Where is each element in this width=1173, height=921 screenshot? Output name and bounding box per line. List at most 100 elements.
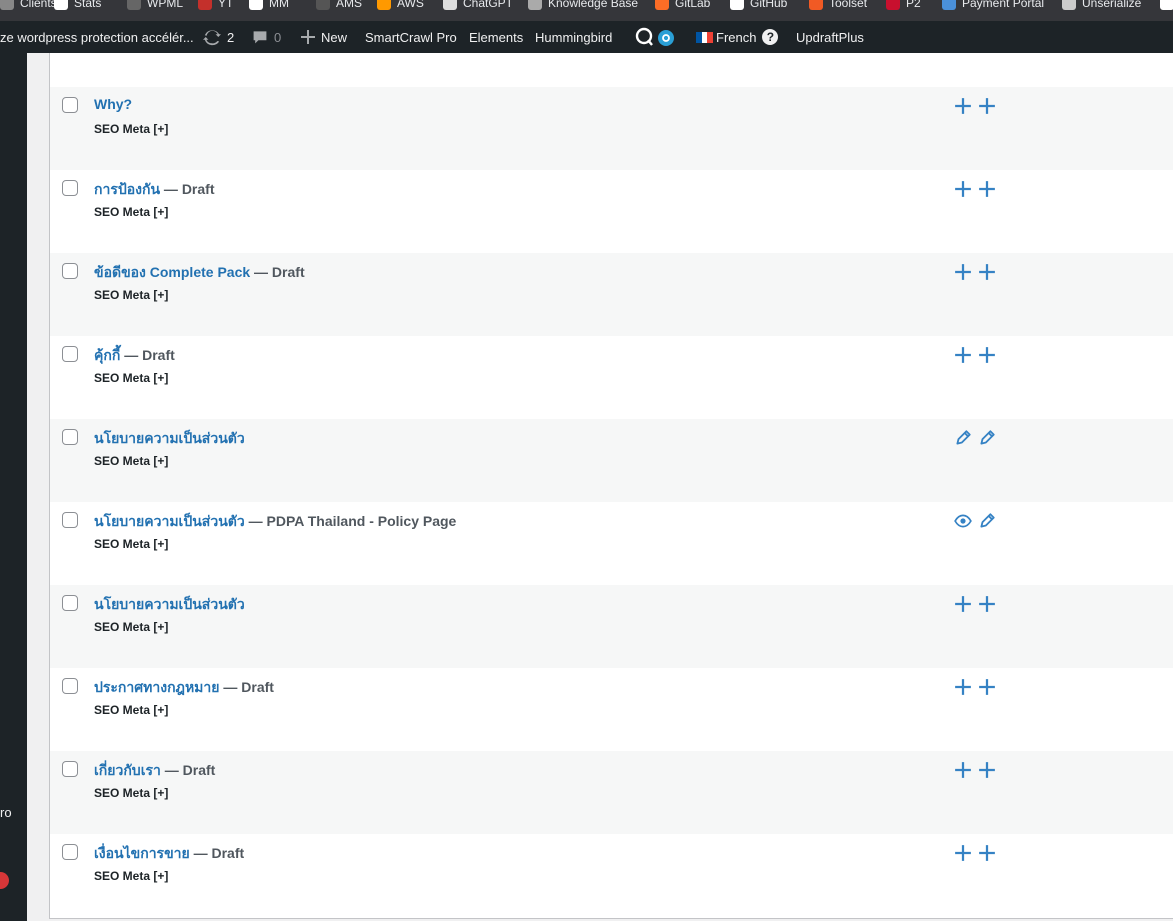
seo-meta-toggle[interactable]: SEO Meta [+]: [94, 454, 168, 468]
bookmarks-bar: Clients Stats WPML YT MM AMS AWS ChatGPT Knowled…: [0, 0, 1173, 21]
plus-icon[interactable]: [978, 761, 996, 779]
row-checkbox[interactable]: [62, 97, 78, 113]
plus-icon[interactable]: [978, 844, 996, 862]
bookmark-3[interactable]: YT: [198, 0, 233, 13]
bookmark-7[interactable]: ChatGPT: [443, 0, 513, 13]
bookmark-8[interactable]: Knowledge Base: [528, 0, 638, 13]
site-name-link[interactable]: ze wordpress protection accélér...: [0, 21, 194, 53]
row-title-link[interactable]: นโยบายความเป็นส่วนตัว: [94, 513, 245, 529]
content-gutter: [27, 53, 49, 921]
mm-icon: [249, 0, 263, 10]
row-title-link[interactable]: ข้อดีของ Complete Pack: [94, 264, 250, 280]
seo-meta-toggle[interactable]: SEO Meta [+]: [94, 205, 168, 219]
bookmark-11[interactable]: Toolset: [809, 0, 867, 13]
bookmark-label: Payment Portal: [962, 0, 1045, 10]
plus-icon: [301, 30, 315, 44]
bookmark-13[interactable]: Payment Portal: [942, 0, 1044, 13]
bookmark-14[interactable]: Unserialize: [1062, 0, 1141, 13]
row-checkbox[interactable]: [62, 346, 78, 362]
eye-icon[interactable]: [954, 512, 972, 530]
plus-icon[interactable]: [978, 97, 996, 115]
plus-icon[interactable]: [978, 263, 996, 281]
bookmark-9[interactable]: GitLab: [655, 0, 710, 13]
row-checkbox[interactable]: [62, 761, 78, 777]
hummingbird-menu[interactable]: Hummingbird: [535, 21, 612, 53]
bookmark-1[interactable]: Stats: [54, 0, 101, 13]
row-checkbox[interactable]: [62, 429, 78, 445]
comments-button[interactable]: 0: [252, 21, 281, 53]
pencil-icon[interactable]: [954, 429, 972, 447]
updates-icon: [203, 30, 221, 46]
plus-icon[interactable]: [954, 678, 972, 696]
row-title-link[interactable]: ประกาศทางกฎหมาย: [94, 679, 219, 695]
updraftplus-menu[interactable]: UpdraftPlus: [796, 21, 864, 53]
row-checkbox[interactable]: [62, 180, 78, 196]
bookmark-label: GitLab: [675, 0, 711, 10]
bookmark-12[interactable]: P2: [886, 0, 921, 13]
bookmark-0[interactable]: Clients: [0, 0, 57, 13]
seo-meta-toggle[interactable]: SEO Meta [+]: [94, 869, 168, 883]
row-title: ข้อดีของ Complete Pack — Draft: [94, 262, 305, 284]
plus-icon[interactable]: [954, 263, 972, 281]
wpml-icon: [127, 0, 141, 10]
seo-meta-toggle[interactable]: SEO Meta [+]: [94, 537, 168, 551]
row-title: การป้องกัน — Draft: [94, 179, 215, 201]
plus-icon[interactable]: [954, 761, 972, 779]
translation-actions: [954, 97, 996, 115]
seo-meta-toggle[interactable]: SEO Meta [+]: [94, 122, 168, 136]
row-post-state: — Draft: [189, 845, 245, 861]
row-title-link[interactable]: การป้องกัน: [94, 181, 160, 197]
updates-button[interactable]: 2: [203, 21, 234, 53]
row-title-link[interactable]: นโยบายความเป็นส่วนตัว: [94, 596, 245, 612]
ams-icon: [316, 0, 330, 10]
pencil-icon[interactable]: [978, 512, 996, 530]
payment-icon: [942, 0, 956, 10]
seo-meta-toggle[interactable]: SEO Meta [+]: [94, 620, 168, 634]
plus-icon[interactable]: [978, 180, 996, 198]
plus-icon[interactable]: [954, 180, 972, 198]
language-switcher[interactable]: French ?: [696, 21, 779, 53]
admin-menu-fragment[interactable]: ro: [0, 805, 12, 820]
row-title-link[interactable]: นโยบายความเป็นส่วนตัว: [94, 430, 245, 446]
row-title: เกี่ยวกับเรา — Draft: [94, 760, 215, 782]
comment-icon: [253, 31, 267, 44]
bookmark-4[interactable]: MM: [249, 0, 289, 13]
bookmark-5[interactable]: AMS: [316, 0, 362, 13]
row-post-state: — PDPA Thailand - Policy Page: [244, 513, 457, 529]
pencil-icon[interactable]: [978, 429, 996, 447]
row-title: คุ้กกี้ — Draft: [94, 345, 175, 367]
bookmark-2[interactable]: WPML: [127, 0, 183, 13]
row-title-link[interactable]: คุ้กกี้: [94, 347, 120, 363]
plus-icon[interactable]: [954, 97, 972, 115]
row-title-link[interactable]: เกี่ยวกับเรา: [94, 762, 161, 778]
plus-icon[interactable]: [954, 844, 972, 862]
row-checkbox[interactable]: [62, 678, 78, 694]
smartcrawl-menu[interactable]: SmartCrawl Pro: [365, 21, 457, 53]
plus-icon[interactable]: [978, 595, 996, 613]
bookmark-15[interactable]: [1160, 0, 1173, 13]
seo-meta-toggle[interactable]: SEO Meta [+]: [94, 288, 168, 302]
row-checkbox[interactable]: [62, 263, 78, 279]
query-monitor-button[interactable]: [634, 21, 676, 53]
pages-list-table: Why? SEO Meta [+] การป้องกัน — Draft SEO Me…: [49, 53, 1173, 919]
row-title-link[interactable]: เงื่อนไขการขาย: [94, 845, 190, 861]
row-title-link[interactable]: Why?: [94, 96, 132, 112]
plus-icon[interactable]: [978, 678, 996, 696]
row-checkbox[interactable]: [62, 512, 78, 528]
bookmark-10[interactable]: GitHub: [730, 0, 787, 13]
row-checkbox[interactable]: [62, 595, 78, 611]
translation-actions: [954, 844, 996, 862]
new-content-button[interactable]: New: [301, 21, 347, 53]
seo-meta-toggle[interactable]: SEO Meta [+]: [94, 371, 168, 385]
plus-icon[interactable]: [954, 346, 972, 364]
bookmark-6[interactable]: AWS: [377, 0, 424, 13]
translation-actions: [954, 346, 996, 364]
page-icon: [443, 0, 457, 10]
seo-meta-toggle[interactable]: SEO Meta [+]: [94, 786, 168, 800]
row-checkbox[interactable]: [62, 844, 78, 860]
plus-icon[interactable]: [954, 595, 972, 613]
plus-icon[interactable]: [978, 346, 996, 364]
comments-count: 0: [274, 29, 282, 45]
seo-meta-toggle[interactable]: SEO Meta [+]: [94, 703, 168, 717]
elements-menu[interactable]: Elements: [469, 21, 523, 53]
